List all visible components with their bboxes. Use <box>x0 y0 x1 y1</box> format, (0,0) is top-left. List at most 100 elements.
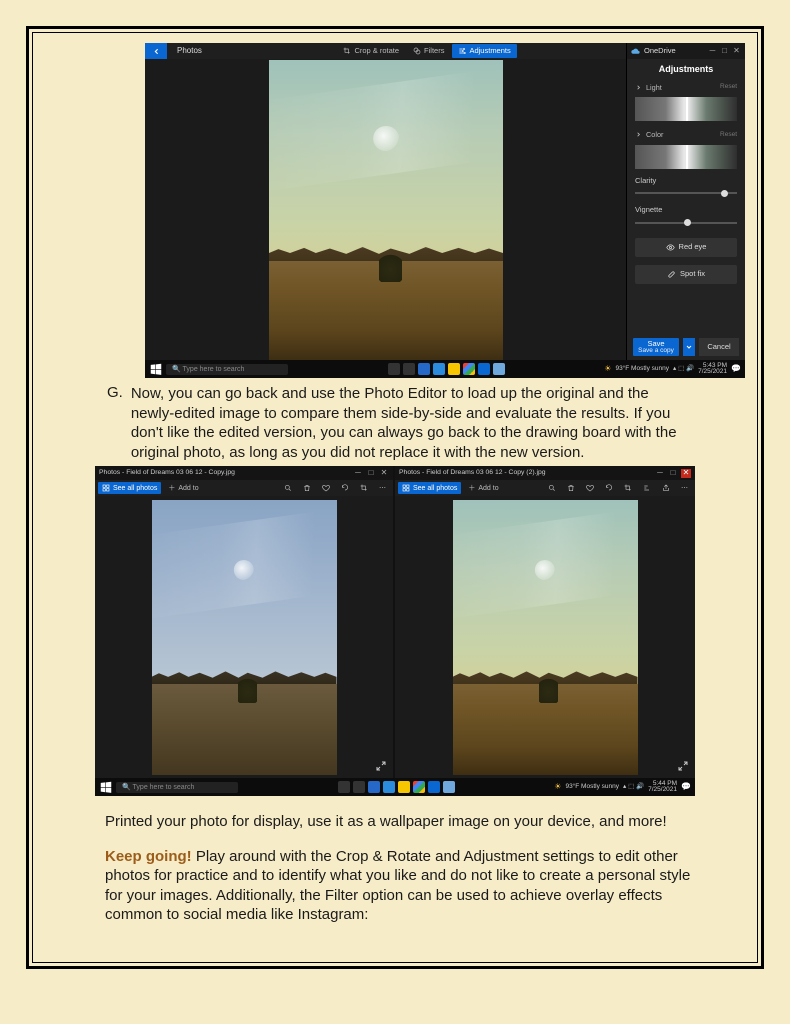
weather-text[interactable]: 93°F Mostly sunny <box>615 366 669 373</box>
section-light[interactable]: Light Reset <box>627 80 745 95</box>
clarity-slider[interactable] <box>635 188 737 198</box>
start-button[interactable] <box>99 780 113 794</box>
minimize-button[interactable]: ─ <box>353 469 363 478</box>
see-all-label: See all photos <box>113 485 157 492</box>
edit-button[interactable] <box>639 482 655 494</box>
weather-icon[interactable]: ☀ <box>554 783 561 791</box>
close-button[interactable]: ✕ <box>379 469 389 478</box>
compare-left-pane: Photos - Field of Dreams 03 06 12 - Copy… <box>95 466 393 778</box>
expand-icon[interactable] <box>677 760 689 772</box>
save-button[interactable]: Save Save a copy <box>633 338 679 356</box>
back-button[interactable] <box>145 43 167 59</box>
maximize-button[interactable]: □ <box>366 469 376 478</box>
tool-filters[interactable]: Filters <box>407 44 450 58</box>
light-reset[interactable]: Reset <box>720 84 737 91</box>
folder-icon[interactable] <box>448 363 460 375</box>
task-view-icon[interactable] <box>388 363 400 375</box>
weather-text[interactable]: 93°F Mostly sunny <box>565 784 619 791</box>
vignette-slider[interactable] <box>635 218 737 228</box>
color-histogram[interactable] <box>635 145 737 169</box>
rotate-icon <box>605 484 613 492</box>
weather-icon[interactable]: ☀ <box>604 365 611 373</box>
delete-button[interactable] <box>563 482 579 494</box>
windows-icon <box>149 362 163 376</box>
taskbar-search-placeholder: Type here to search <box>133 784 195 791</box>
tray-indicators[interactable]: ▴ ⬚ 🔊 <box>623 784 644 791</box>
red-eye-button[interactable]: Red eye <box>635 238 737 257</box>
left-stage <box>95 496 393 778</box>
clock[interactable]: 5:43 PM 7/25/2021 <box>698 363 727 375</box>
task-view-icon[interactable] <box>338 781 350 793</box>
minimize-button[interactable]: ─ <box>708 47 717 56</box>
close-button[interactable]: ✕ <box>681 469 691 478</box>
more-button[interactable]: ⋯ <box>375 483 390 494</box>
windows-icon <box>99 780 113 794</box>
rotate-button[interactable] <box>601 482 617 494</box>
explorer-icon[interactable] <box>368 781 380 793</box>
screenshot-photos-editor: Photos Crop & rotate Filters Adjustments… <box>145 43 745 378</box>
chrome-icon[interactable] <box>463 363 475 375</box>
cortana-icon[interactable] <box>353 781 365 793</box>
page-double-frame: Photos Crop & rotate Filters Adjustments… <box>26 26 764 969</box>
tool-crop-rotate[interactable]: Crop & rotate <box>337 44 405 58</box>
start-button[interactable] <box>149 362 163 376</box>
tool-adjustments[interactable]: Adjustments <box>452 44 516 58</box>
more-button[interactable]: ⋯ <box>677 483 692 494</box>
color-reset[interactable]: Reset <box>720 132 737 139</box>
left-titlebar: Photos - Field of Dreams 03 06 12 - Copy… <box>95 466 393 480</box>
photos-app-icon[interactable] <box>428 781 440 793</box>
taskbar-search[interactable]: 🔍 Type here to search <box>116 782 238 793</box>
chrome-icon[interactable] <box>413 781 425 793</box>
maximize-button[interactable]: □ <box>668 469 678 478</box>
spot-fix-button[interactable]: Spot fix <box>635 265 737 284</box>
notifications-icon[interactable]: 💬 <box>681 783 691 791</box>
add-to-button[interactable]: ＋ Add to <box>464 483 502 494</box>
crop-button[interactable] <box>620 482 636 494</box>
delete-button[interactable] <box>299 482 315 494</box>
crop-button[interactable] <box>356 482 372 494</box>
close-button[interactable]: ✕ <box>732 47 741 56</box>
share-icon <box>662 484 670 492</box>
clock[interactable]: 5:44 PM 7/25/2021 <box>648 781 677 793</box>
edge-icon[interactable] <box>383 781 395 793</box>
edge-icon[interactable] <box>433 363 445 375</box>
taskbar-search[interactable]: 🔍 Type here to search <box>166 364 288 375</box>
save-dropdown[interactable] <box>683 338 695 356</box>
see-all-photos-button[interactable]: See all photos <box>398 482 461 494</box>
tray-indicators[interactable]: ▴ ⬚ 🔊 <box>673 366 694 373</box>
light-histogram[interactable] <box>635 97 737 121</box>
see-all-photos-button[interactable]: See all photos <box>98 482 161 494</box>
section-color[interactable]: Color Reset <box>627 127 745 142</box>
step-text: Now, you can go back and use the Photo E… <box>131 384 685 462</box>
task-icons <box>338 781 455 793</box>
cancel-button[interactable]: Cancel <box>699 338 739 356</box>
expand-icon[interactable] <box>375 760 387 772</box>
onedrive-titlebar: OneDrive ─ □ ✕ <box>627 43 745 59</box>
share-button[interactable] <box>658 482 674 494</box>
secondary-app-icon[interactable] <box>493 363 505 375</box>
folder-icon[interactable] <box>398 781 410 793</box>
zoom-button[interactable] <box>544 482 560 494</box>
maximize-button[interactable]: □ <box>720 47 729 56</box>
add-to-button[interactable]: ＋ Add to <box>164 483 202 494</box>
filters-icon <box>413 47 421 55</box>
magnifier-icon <box>548 484 556 492</box>
onedrive-panel: OneDrive ─ □ ✕ Adjustments Light Reset C… <box>626 43 745 360</box>
zoom-button[interactable] <box>280 482 296 494</box>
favorite-button[interactable] <box>318 482 334 494</box>
red-eye-label: Red eye <box>679 243 707 251</box>
keep-going-rest: Play around with the Crop & Rotate and A… <box>105 848 690 924</box>
secondary-app-icon[interactable] <box>443 781 455 793</box>
rotate-button[interactable] <box>337 482 353 494</box>
favorite-button[interactable] <box>582 482 598 494</box>
explorer-icon[interactable] <box>418 363 430 375</box>
photos-app-icon[interactable] <box>478 363 490 375</box>
minimize-button[interactable]: ─ <box>655 469 665 478</box>
chevron-down-icon <box>685 343 693 351</box>
cortana-icon[interactable] <box>403 363 415 375</box>
paragraph-printed: Printed your photo for display, use it a… <box>45 812 745 832</box>
right-toolbar: See all photos ＋ Add to ⋯ <box>395 480 695 496</box>
chevron-right-icon <box>635 84 642 91</box>
notifications-icon[interactable]: 💬 <box>731 365 741 373</box>
save-row: Save Save a copy Cancel <box>627 334 745 360</box>
